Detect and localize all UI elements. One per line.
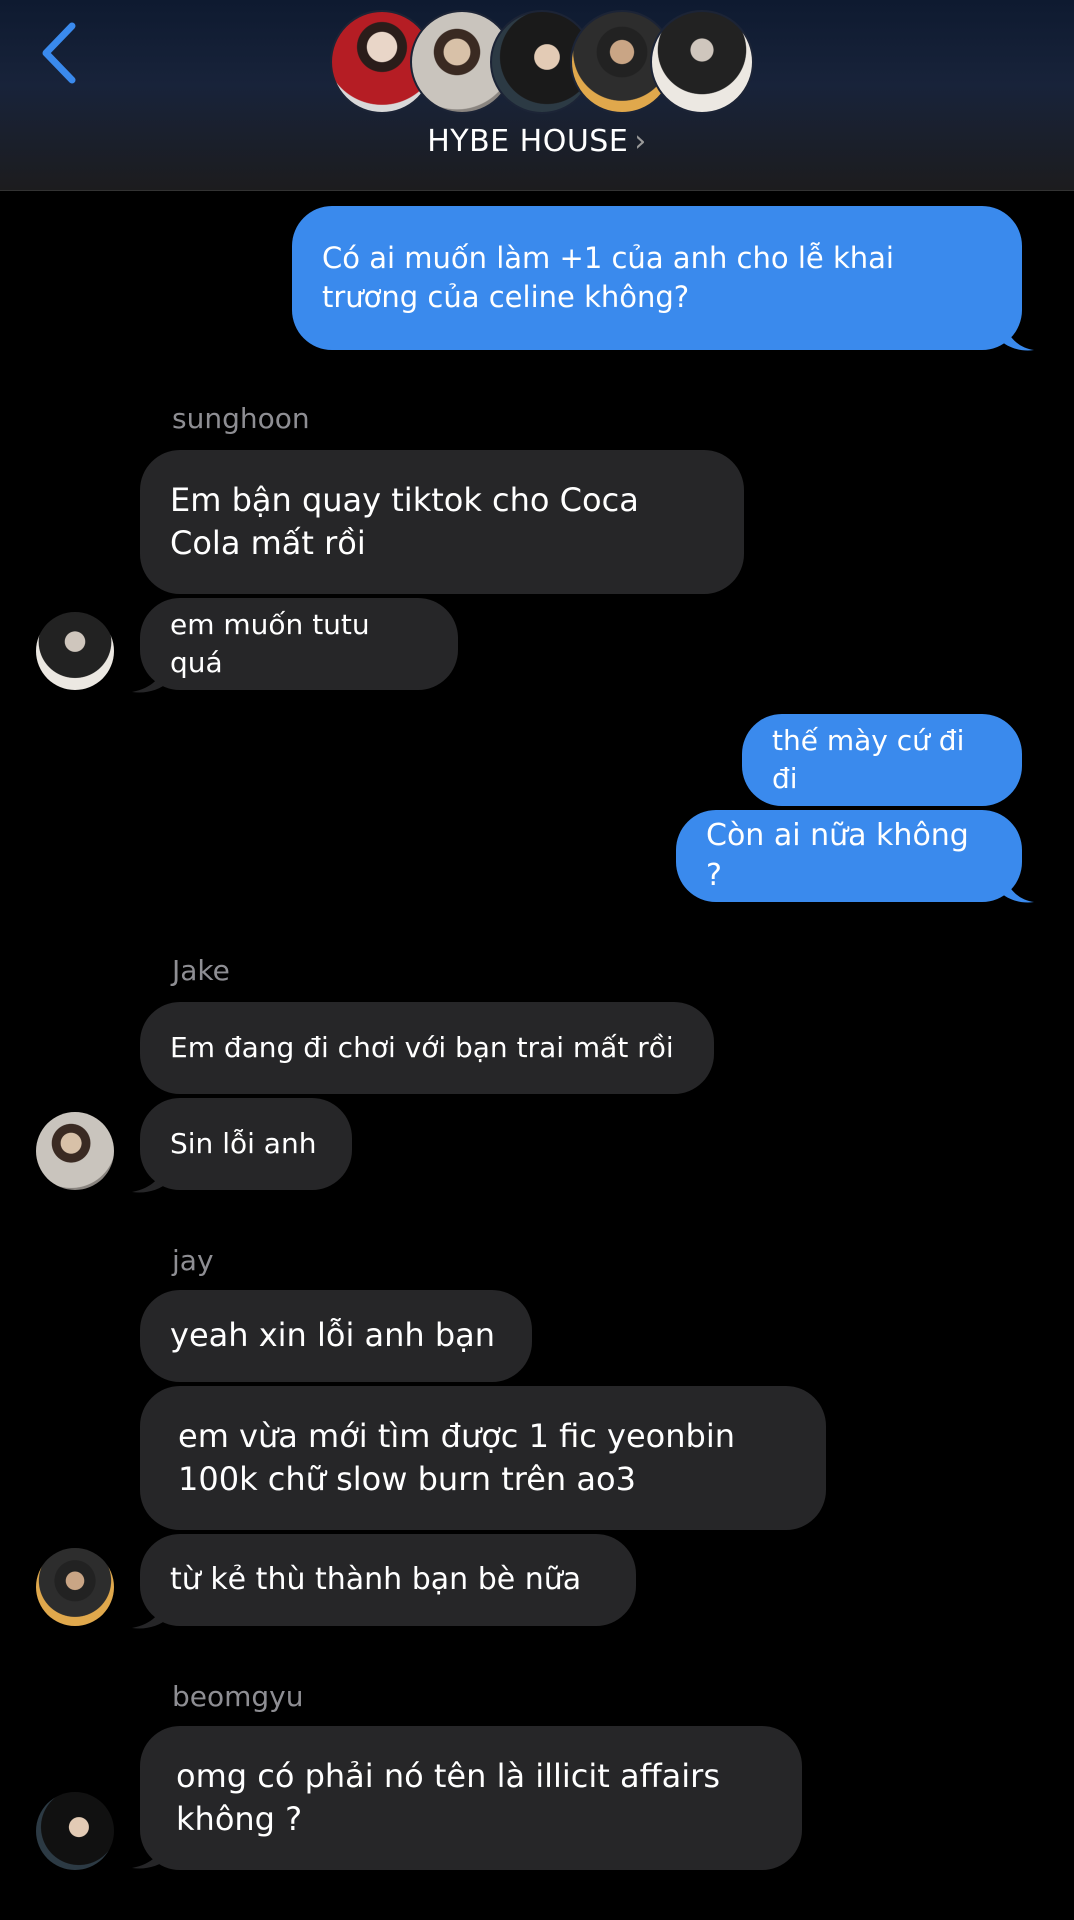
- message-text: Em bận quay tiktok cho Coca Cola mất rồi: [170, 480, 639, 562]
- message-incoming[interactable]: Em đang đi chơi với bạn trai mất rồi: [140, 1002, 714, 1094]
- message-text: thế mày cứ đi đi: [772, 724, 965, 795]
- message-incoming[interactable]: em vừa mới tìm được 1 fic yeonbin 100k c…: [140, 1386, 826, 1530]
- message-text: Sin lỗi anh: [170, 1127, 317, 1161]
- avatar-sunghoon[interactable]: [36, 612, 114, 690]
- message-text: em muốn tutu quá: [170, 608, 370, 679]
- message-text: Còn ai nữa không ?: [706, 817, 969, 894]
- message-text: Có ai muốn làm +1 của anh cho lễ khai tr…: [322, 240, 894, 314]
- group-avatar: [650, 10, 754, 114]
- message-incoming[interactable]: em muốn tutu quá: [140, 598, 458, 690]
- message-incoming[interactable]: từ kẻ thù thành bạn bè nữa: [140, 1534, 636, 1626]
- bubble-tail: [132, 1836, 168, 1869]
- message-incoming[interactable]: Sin lỗi anh: [140, 1098, 352, 1190]
- sender-name: jay: [172, 1244, 214, 1277]
- avatar-jay[interactable]: [36, 1548, 114, 1626]
- bubble-tail: [132, 660, 168, 693]
- bubble-tail: [1000, 868, 1034, 903]
- message-outgoing[interactable]: Còn ai nữa không ?: [676, 810, 1022, 902]
- sender-name: beomgyu: [172, 1680, 304, 1713]
- sender-name: sunghoon: [172, 402, 310, 435]
- message-incoming[interactable]: Em bận quay tiktok cho Coca Cola mất rồi: [140, 450, 744, 594]
- message-text: từ kẻ thù thành bạn bè nữa: [170, 1561, 582, 1597]
- bubble-tail: [132, 1160, 168, 1193]
- message-incoming[interactable]: yeah xin lỗi anh bạn: [140, 1290, 532, 1382]
- conversation-header: HYBE HOUSE ›: [0, 0, 1074, 191]
- message-text: Em đang đi chơi với bạn trai mất rồi: [170, 1031, 674, 1065]
- message-text: em vừa mới tìm được 1 fic yeonbin 100k c…: [178, 1416, 735, 1498]
- group-title-button[interactable]: HYBE HOUSE ›: [0, 124, 1074, 159]
- chevron-left-icon: [42, 22, 76, 84]
- message-outgoing[interactable]: Có ai muốn làm +1 của anh cho lễ khai tr…: [292, 206, 1022, 350]
- group-avatars[interactable]: [330, 10, 754, 116]
- message-text: yeah xin lỗi anh bạn: [170, 1316, 496, 1355]
- bubble-tail: [132, 1596, 168, 1629]
- message-outgoing[interactable]: thế mày cứ đi đi: [742, 714, 1022, 806]
- back-button[interactable]: [36, 20, 86, 86]
- sender-name: Jake: [172, 954, 230, 987]
- message-incoming[interactable]: omg có phải nó tên là illicit affairs kh…: [140, 1726, 802, 1870]
- group-title: HYBE HOUSE: [427, 124, 629, 159]
- chevron-right-icon: ›: [634, 124, 647, 159]
- avatar-beomgyu[interactable]: [36, 1792, 114, 1870]
- message-text: omg có phải nó tên là illicit affairs kh…: [176, 1756, 720, 1838]
- avatar-jake[interactable]: [36, 1112, 114, 1190]
- bubble-tail: [1000, 316, 1034, 351]
